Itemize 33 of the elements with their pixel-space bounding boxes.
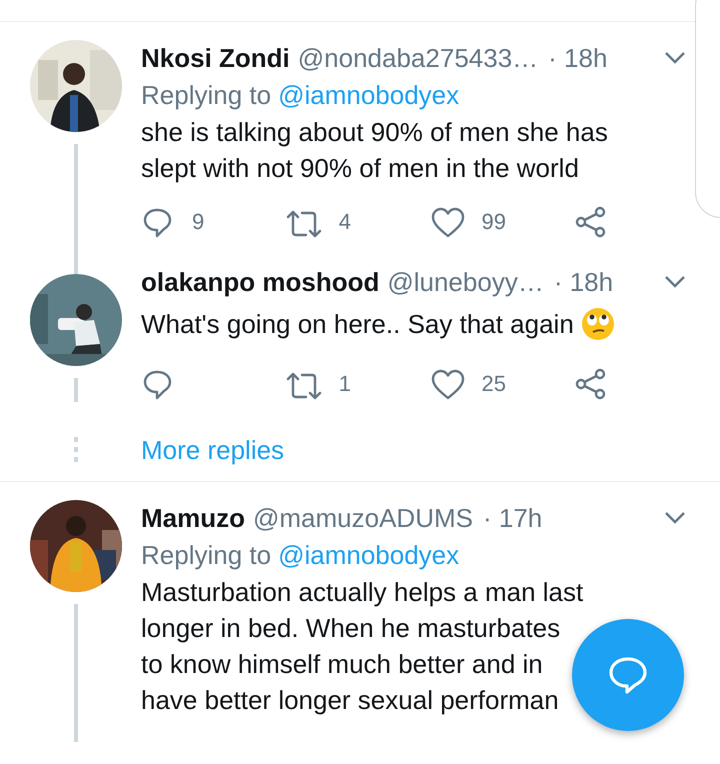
tweet-text: she is talking about 90% of men she has — [141, 116, 608, 149]
replying-label: Replying to — [141, 79, 272, 112]
compose-button[interactable] — [572, 619, 684, 731]
chevron-down-icon[interactable] — [664, 275, 686, 289]
tweet-text: What's going on here.. Say that again — [141, 308, 574, 341]
count: 4 — [338, 209, 351, 235]
tweet-text: longer in bed. When he masturbates — [141, 612, 560, 645]
tweet-text: Masturbation actually helps a man last — [141, 576, 584, 609]
user-handle[interactable]: @luneboyy… — [387, 266, 544, 298]
mention-link[interactable]: @iamnobodyex — [278, 536, 460, 574]
tweet-text: have better longer sexual performan — [141, 684, 559, 717]
heart-icon[interactable] — [430, 368, 464, 400]
tweet-text: to know himself much better and in — [141, 648, 543, 681]
reply-icon — [608, 656, 648, 694]
replying-label: Replying to — [141, 539, 272, 572]
user-name[interactable]: olakanpo moshood — [141, 266, 380, 298]
chevron-down-icon[interactable] — [664, 511, 686, 525]
count: 9 — [192, 209, 204, 235]
user-name[interactable]: Mamuzo — [141, 502, 245, 534]
count: 25 — [482, 371, 506, 397]
mention-link[interactable]: @iamnobodyex — [278, 76, 460, 114]
count: 99 — [482, 209, 506, 235]
user-name[interactable]: Nkosi Zondi — [141, 42, 290, 74]
user-handle[interactable]: @nondaba275433… — [298, 42, 538, 74]
timestamp: · 18h — [554, 266, 614, 298]
chevron-down-icon[interactable] — [664, 51, 686, 65]
tweet-text: slept with not 90% of men in the world — [141, 152, 579, 185]
timestamp: · 18h — [548, 42, 608, 74]
more-replies-link[interactable]: More replies — [141, 434, 284, 466]
user-handle[interactable]: @mamuzoADUMS — [253, 502, 473, 534]
timestamp: · 17h — [482, 502, 542, 534]
heart-icon[interactable] — [430, 206, 464, 238]
count: 1 — [338, 371, 351, 397]
